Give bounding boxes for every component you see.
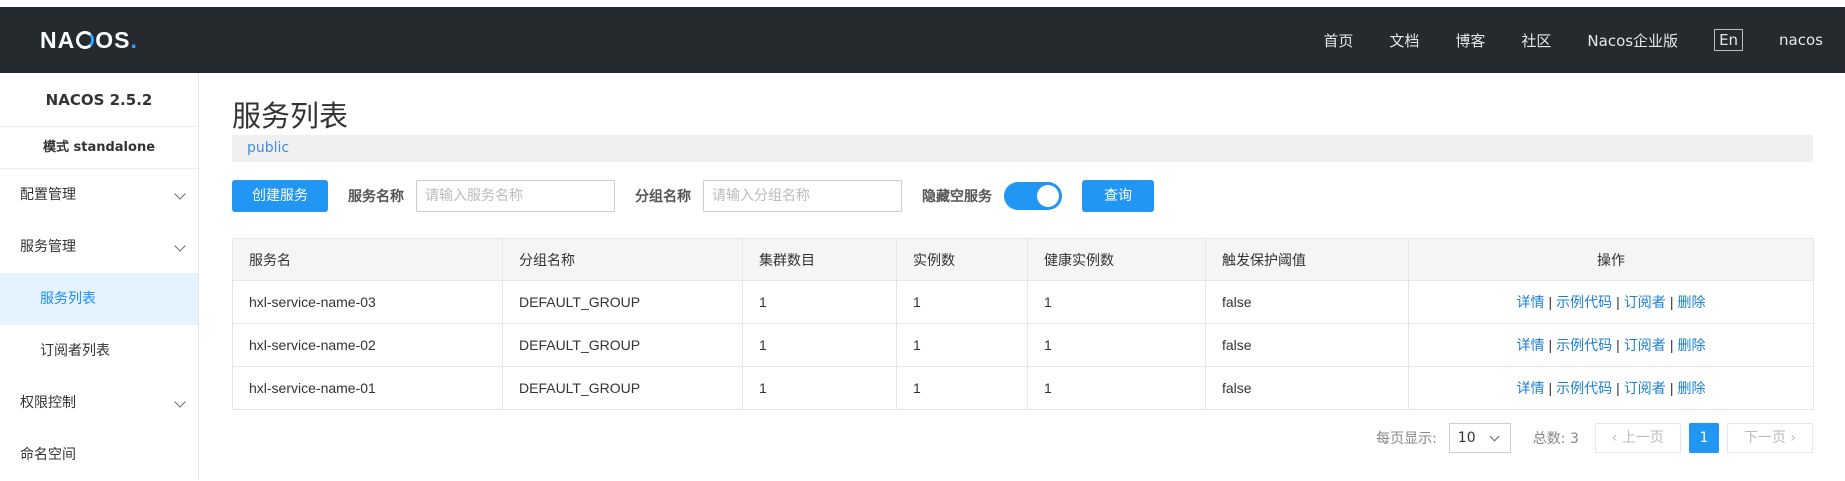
hide-empty-label: 隐藏空服务 (922, 189, 992, 205)
sidebar: NACOS 2.5.2 模式 standalone 配置管理 服务管理 服务列表… (0, 73, 199, 480)
cell-clusters: 1 (742, 366, 897, 410)
language-switch[interactable]: En (1714, 29, 1744, 51)
namespace-public[interactable]: public (247, 140, 289, 156)
nav-home[interactable]: 首页 (1323, 30, 1353, 51)
prev-page-label: 上一页 (1621, 430, 1664, 446)
user-menu[interactable]: nacos (1779, 31, 1823, 49)
prev-page-button[interactable]: ‹ 上一页 (1594, 423, 1681, 453)
sample-code-link[interactable]: 示例代码 (1556, 380, 1612, 396)
top-nav: 首页 文档 博客 社区 Nacos企业版 En nacos (1287, 7, 1823, 73)
toggle-knob (1037, 185, 1059, 207)
sidebar-item-config[interactable]: 配置管理 (0, 169, 198, 221)
chevron-down-icon (174, 188, 186, 200)
filter-bar: 创建服务 服务名称 分组名称 隐藏空服务 查询 (232, 179, 1813, 213)
col-group-name: 分组名称 (502, 238, 743, 281)
service-name-label: 服务名称 (348, 189, 404, 205)
cell-service-name: hxl-service-name-03 (232, 280, 503, 324)
page-size-select[interactable]: 10 (1448, 423, 1511, 453)
cell-healthy: 1 (1027, 366, 1206, 410)
chevron-left-icon: ‹ (1611, 430, 1618, 446)
page-number-current[interactable]: 1 (1688, 423, 1719, 453)
group-name-label: 分组名称 (635, 189, 691, 205)
sidebar-item-label: 权限控制 (20, 395, 76, 411)
table-row: hxl-service-name-01 DEFAULT_GROUP 1 1 1 … (232, 366, 1814, 410)
chevron-down-icon (1489, 431, 1500, 442)
cell-instances: 1 (896, 366, 1028, 410)
col-protect-threshold: 触发保护阈值 (1205, 238, 1409, 281)
sidebar-item-auth[interactable]: 权限控制 (0, 377, 198, 429)
service-table: 服务名 分组名称 集群数目 实例数 健康实例数 触发保护阈值 操作 hxl-se… (232, 238, 1814, 410)
cell-service-name: hxl-service-name-02 (232, 323, 503, 367)
page-size-label: 每页显示: (1376, 431, 1437, 447)
cell-instances: 1 (896, 280, 1028, 324)
subscriber-link[interactable]: 订阅者 (1624, 337, 1666, 353)
col-cluster-count: 集群数目 (742, 238, 897, 281)
cell-threshold: false (1205, 280, 1409, 324)
cell-operations: 详情 | 示例代码 | 订阅者 | 删除 (1408, 280, 1814, 324)
nav-docs[interactable]: 文档 (1389, 30, 1419, 51)
cell-healthy: 1 (1027, 323, 1206, 367)
sidebar-item-label: 配置管理 (20, 187, 76, 203)
cell-clusters: 1 (742, 280, 897, 324)
nav-enterprise[interactable]: Nacos企业版 (1587, 30, 1678, 51)
hide-empty-toggle[interactable] (1004, 182, 1062, 210)
col-service-name: 服务名 (232, 238, 503, 281)
detail-link[interactable]: 详情 (1517, 337, 1545, 353)
cell-operations: 详情 | 示例代码 | 订阅者 | 删除 (1408, 366, 1814, 410)
nav-blog[interactable]: 博客 (1455, 30, 1485, 51)
cell-group: DEFAULT_GROUP (502, 366, 743, 410)
subscriber-link[interactable]: 订阅者 (1624, 294, 1666, 310)
detail-link[interactable]: 详情 (1517, 294, 1545, 310)
cell-clusters: 1 (742, 323, 897, 367)
total-count: 总数: 3 (1532, 431, 1579, 447)
table-header-row: 服务名 分组名称 集群数目 实例数 健康实例数 触发保护阈值 操作 (232, 238, 1814, 281)
chevron-down-icon (174, 396, 186, 408)
cell-healthy: 1 (1027, 280, 1206, 324)
logo-o-icon (76, 31, 95, 49)
col-operations: 操作 (1408, 238, 1814, 281)
create-service-button[interactable]: 创建服务 (232, 180, 328, 212)
next-page-label: 下一页 (1743, 430, 1786, 446)
namespace-bar: public (232, 135, 1813, 162)
col-healthy-count: 健康实例数 (1027, 238, 1206, 281)
table-row: hxl-service-name-03 DEFAULT_GROUP 1 1 1 … (232, 280, 1814, 324)
chevron-right-icon: › (1790, 430, 1796, 446)
delete-link[interactable]: 删除 (1677, 337, 1705, 353)
next-page-button[interactable]: 下一页 › (1726, 423, 1813, 453)
page-size-value: 10 (1457, 430, 1476, 446)
chevron-up-icon (174, 240, 186, 252)
version-label: NACOS 2.5.2 (0, 73, 198, 127)
detail-link[interactable]: 详情 (1517, 380, 1545, 396)
cell-operations: 详情 | 示例代码 | 订阅者 | 删除 (1408, 323, 1814, 367)
cell-threshold: false (1205, 366, 1409, 410)
cell-service-name: hxl-service-name-01 (232, 366, 503, 410)
sidebar-item-service[interactable]: 服务管理 (0, 221, 198, 273)
cell-group: DEFAULT_GROUP (502, 323, 743, 367)
cell-instances: 1 (896, 323, 1028, 367)
query-button[interactable]: 查询 (1082, 180, 1154, 212)
sample-code-link[interactable]: 示例代码 (1556, 337, 1612, 353)
nav-community[interactable]: 社区 (1521, 30, 1551, 51)
subscriber-link[interactable]: 订阅者 (1624, 380, 1666, 396)
pagination: 每页显示: 10 总数: 3 ‹ 上一页 1 下一页 › (232, 422, 1813, 454)
group-name-input[interactable] (703, 180, 902, 212)
col-instance-count: 实例数 (896, 238, 1028, 281)
cell-threshold: false (1205, 323, 1409, 367)
top-strip (0, 0, 1845, 7)
page-title: 服务列表 (232, 99, 349, 133)
top-header: NA OS. 首页 文档 博客 社区 Nacos企业版 En nacos (0, 7, 1845, 73)
sample-code-link[interactable]: 示例代码 (1556, 294, 1612, 310)
delete-link[interactable]: 删除 (1677, 380, 1705, 396)
delete-link[interactable]: 删除 (1677, 294, 1705, 310)
mode-label: 模式 standalone (0, 127, 198, 169)
nacos-logo[interactable]: NA OS. (40, 27, 138, 54)
sidebar-item-label: 服务管理 (20, 239, 76, 255)
table-row: hxl-service-name-02 DEFAULT_GROUP 1 1 1 … (232, 323, 1814, 367)
sidebar-item-namespace[interactable]: 命名空间 (0, 429, 198, 481)
sidebar-item-subscriber-list[interactable]: 订阅者列表 (0, 325, 198, 377)
service-name-input[interactable] (416, 180, 615, 212)
cell-group: DEFAULT_GROUP (502, 280, 743, 324)
sidebar-item-service-list[interactable]: 服务列表 (0, 273, 198, 325)
main-content: 服务列表 public 创建服务 服务名称 分组名称 隐藏空服务 查询 服务名 … (232, 73, 1814, 454)
